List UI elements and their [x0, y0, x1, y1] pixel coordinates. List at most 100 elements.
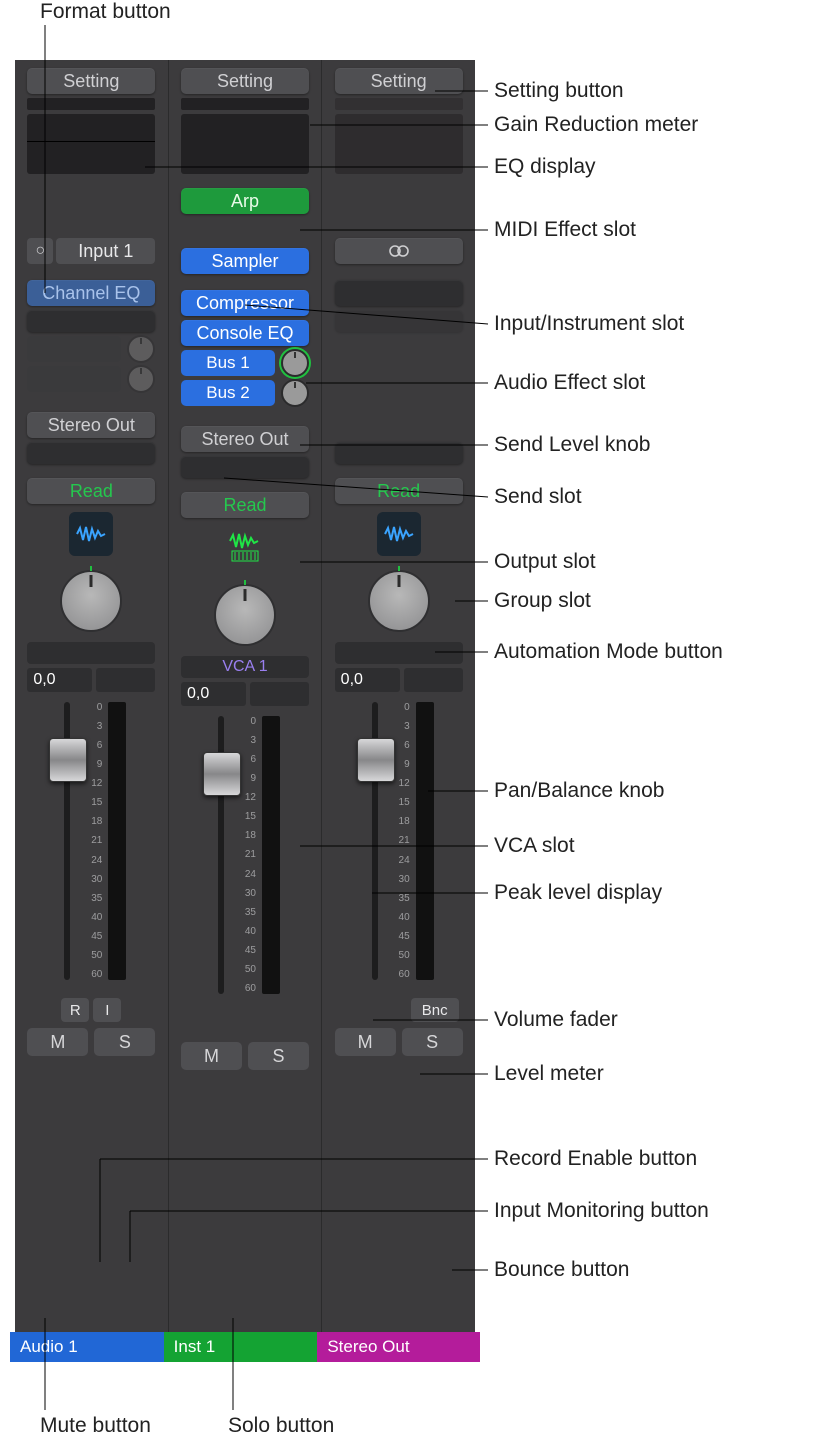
mute-solo-row: M S	[27, 1028, 155, 1056]
callout-sendslot: Send slot	[494, 485, 582, 509]
audio-effect-slot-empty[interactable]	[335, 280, 463, 306]
setting-button[interactable]: Setting	[335, 68, 463, 94]
setting-button[interactable]: Setting	[27, 68, 155, 94]
stereo-icon	[388, 244, 410, 258]
vca-slot[interactable]	[27, 642, 155, 664]
send-slot[interactable]: Bus 1	[181, 350, 275, 376]
eq-display[interactable]	[181, 114, 309, 174]
pan-knob[interactable]	[60, 570, 122, 632]
pan-knob[interactable]	[214, 584, 276, 646]
mute-solo-row: M S	[181, 1042, 309, 1070]
send-level-knob[interactable]	[127, 335, 155, 363]
gain-reduction-meter	[27, 98, 155, 110]
bounce-button[interactable]: Bnc	[411, 998, 459, 1022]
send-row: Bus 2	[181, 380, 309, 406]
callout-auto: Automation Mode button	[494, 640, 723, 664]
callout-setting: Setting button	[494, 79, 624, 103]
callout-format: Format button	[40, 0, 171, 24]
callout-solo: Solo button	[228, 1414, 334, 1438]
eq-display[interactable]	[27, 114, 155, 174]
fader-scale: 03691215182124303540455060	[84, 702, 102, 980]
callout-eq: EQ display	[494, 155, 596, 179]
callout-mon: Input Monitoring button	[494, 1199, 709, 1223]
mute-button[interactable]: M	[27, 1028, 88, 1056]
track-type-icon	[223, 526, 267, 570]
send-row: Bus 1	[181, 350, 309, 376]
send-slot-empty[interactable]	[27, 336, 121, 362]
setting-button[interactable]: Setting	[181, 68, 309, 94]
automation-mode-button[interactable]: Read	[335, 478, 463, 504]
callout-group: Group slot	[494, 589, 591, 613]
automation-mode-button[interactable]: Read	[27, 478, 155, 504]
channel-name[interactable]: Stereo Out	[317, 1332, 480, 1362]
callout-pan: Pan/Balance knob	[494, 779, 664, 803]
output-slot[interactable]: Stereo Out	[181, 426, 309, 452]
instrument-slot[interactable]: Sampler	[181, 248, 309, 274]
volume-fader[interactable]	[218, 716, 224, 994]
peak-row: 0,0	[181, 682, 309, 706]
volume-fader[interactable]	[64, 702, 70, 980]
send-level-knob[interactable]	[127, 365, 155, 393]
mute-button[interactable]: M	[181, 1042, 242, 1070]
vca-slot[interactable]: VCA 1	[181, 656, 309, 678]
audio-effect-slot-empty[interactable]	[27, 310, 155, 332]
fader-area: 03691215182124303540455060	[181, 710, 309, 1008]
callout-rec: Record Enable button	[494, 1147, 697, 1171]
audio-effect-slot-empty[interactable]	[335, 310, 463, 332]
peak-level-display-r	[404, 668, 463, 692]
group-slot[interactable]	[181, 456, 309, 478]
peak-row: 0,0	[27, 668, 155, 692]
audio-effect-slot[interactable]: Console EQ	[181, 320, 309, 346]
eq-display[interactable]	[335, 114, 463, 174]
fader-area: 03691215182124303540455060	[27, 696, 155, 994]
mute-solo-row: M S	[335, 1028, 463, 1056]
peak-level-display-r	[250, 682, 309, 706]
channel-name[interactable]: Audio 1	[10, 1332, 173, 1362]
pan-knob[interactable]	[368, 570, 430, 632]
peak-level-display: 0,0	[335, 668, 400, 692]
peak-level-display: 0,0	[27, 668, 92, 692]
mute-button[interactable]: M	[335, 1028, 396, 1056]
input-slot[interactable]	[335, 238, 463, 264]
solo-button[interactable]: S	[94, 1028, 155, 1056]
input-slot[interactable]: Input 1	[56, 238, 155, 264]
track-type-icon	[69, 512, 113, 556]
record-monitor-row: R I	[27, 998, 155, 1024]
callout-bnc: Bounce button	[494, 1258, 629, 1282]
send-level-knob[interactable]	[281, 349, 309, 377]
callout-input: Input/Instrument slot	[494, 312, 684, 336]
send-slot-empty[interactable]	[27, 366, 121, 392]
level-meter	[262, 716, 280, 994]
channel-strip-stereoout: Setting Read 0,0	[321, 60, 475, 1362]
format-button[interactable]: ○	[27, 238, 53, 264]
callout-gain: Gain Reduction meter	[494, 113, 698, 137]
callout-meter: Level meter	[494, 1062, 604, 1086]
callout-sendknob: Send Level knob	[494, 433, 650, 457]
group-slot[interactable]	[27, 442, 155, 464]
send-level-knob[interactable]	[281, 379, 309, 407]
callout-midi: MIDI Effect slot	[494, 218, 636, 242]
audio-effect-slot[interactable]: Channel EQ	[27, 280, 155, 306]
solo-button[interactable]: S	[248, 1042, 309, 1070]
record-enable-button[interactable]: R	[61, 998, 89, 1022]
gain-reduction-meter	[181, 98, 309, 110]
output-slot[interactable]: Stereo Out	[27, 412, 155, 438]
mixer-panel: Setting ○ Input 1 Channel EQ Stereo Out	[15, 60, 475, 1362]
send-slot[interactable]: Bus 2	[181, 380, 275, 406]
volume-fader[interactable]	[372, 702, 378, 980]
input-monitoring-button[interactable]: I	[93, 998, 121, 1022]
track-type-icon	[377, 512, 421, 556]
gain-reduction-meter	[335, 98, 463, 110]
channel-name[interactable]: Inst 1	[164, 1332, 327, 1362]
input-row: ○ Input 1	[27, 238, 155, 264]
solo-button[interactable]: S	[402, 1028, 463, 1056]
midi-effect-slot[interactable]: Arp	[181, 188, 309, 214]
vca-slot[interactable]	[335, 642, 463, 664]
callout-afx: Audio Effect slot	[494, 371, 645, 395]
callout-output: Output slot	[494, 550, 596, 574]
group-slot[interactable]	[335, 442, 463, 464]
level-meter	[416, 702, 434, 980]
automation-mode-button[interactable]: Read	[181, 492, 309, 518]
peak-level-display-r	[96, 668, 155, 692]
audio-effect-slot[interactable]: Compressor	[181, 290, 309, 316]
